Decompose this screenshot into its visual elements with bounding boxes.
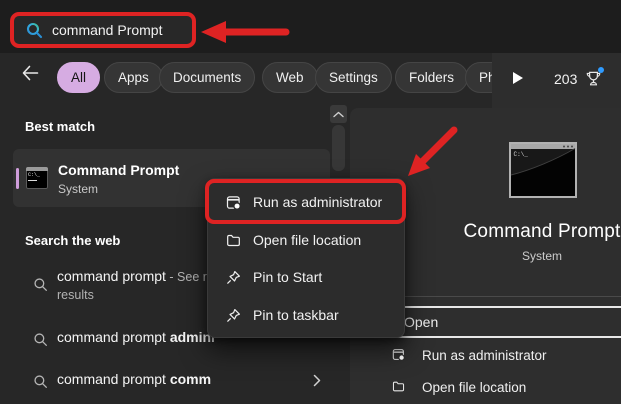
menu-item-label: Pin to taskbar bbox=[253, 307, 339, 323]
suggestion-completion: comm bbox=[170, 371, 211, 387]
search-icon bbox=[26, 22, 43, 39]
rewards-count: 203 bbox=[554, 71, 577, 87]
run-as-admin-icon bbox=[392, 348, 405, 361]
menu-item-label: Open file location bbox=[253, 232, 361, 248]
web-suggestion-row[interactable]: command prompt comm bbox=[0, 364, 332, 398]
search-web-header: Search the web bbox=[25, 233, 120, 248]
search-input[interactable]: command Prompt bbox=[10, 12, 196, 48]
tab-folders[interactable]: Folders bbox=[395, 62, 468, 93]
menu-item-pin-to-taskbar[interactable]: Pin to taskbar bbox=[208, 296, 404, 334]
highlight-box-run-as-admin bbox=[205, 179, 406, 224]
suggestion-suffix: - See r bbox=[166, 270, 207, 284]
best-match-title: Command Prompt bbox=[58, 162, 179, 178]
tab-web[interactable]: Web bbox=[262, 62, 318, 93]
search-icon bbox=[33, 374, 48, 389]
tab-documents[interactable]: Documents bbox=[159, 62, 255, 93]
tab-all[interactable]: All bbox=[57, 62, 100, 93]
annotation-arrow-search bbox=[198, 19, 290, 45]
scrollbar-up-button[interactable] bbox=[330, 105, 347, 123]
pin-icon bbox=[226, 270, 241, 285]
search-icon bbox=[33, 277, 48, 292]
command-prompt-icon: C:\_ bbox=[26, 167, 48, 189]
best-match-subtitle: System bbox=[58, 182, 98, 196]
action-open[interactable]: Open bbox=[404, 314, 438, 330]
suggestion-text: command prompt bbox=[57, 371, 170, 387]
rewards-badge[interactable]: 203 bbox=[554, 69, 603, 88]
preview-subtitle: System bbox=[410, 249, 621, 263]
menu-item-open-file-location[interactable]: Open file location bbox=[208, 221, 404, 259]
annotation-arrow-menu bbox=[402, 120, 462, 184]
search-icon bbox=[33, 332, 48, 347]
chevron-up-icon bbox=[333, 111, 344, 118]
folder-icon bbox=[226, 233, 241, 248]
suggestion-line2: results bbox=[57, 288, 94, 302]
panel-divider bbox=[368, 296, 621, 297]
pin-icon bbox=[226, 308, 241, 323]
tab-apps[interactable]: Apps bbox=[104, 62, 163, 93]
search-query-text: command Prompt bbox=[52, 22, 162, 38]
svg-text:C:\_: C:\_ bbox=[514, 151, 529, 158]
preview-title: Command Prompt bbox=[410, 221, 621, 243]
selection-accent-bar bbox=[16, 168, 19, 189]
menu-item-label: Pin to Start bbox=[253, 269, 322, 285]
more-filters-icon[interactable] bbox=[512, 71, 524, 85]
command-prompt-icon-large: C:\_ bbox=[509, 142, 577, 198]
chevron-right-icon[interactable] bbox=[313, 374, 321, 387]
folder-icon bbox=[392, 380, 405, 393]
action-open-file-location[interactable]: Open file location bbox=[422, 380, 526, 395]
scrollbar-thumb[interactable] bbox=[332, 125, 345, 171]
suggestion-text: command prompt bbox=[57, 329, 170, 345]
menu-item-pin-to-start[interactable]: Pin to Start bbox=[208, 258, 404, 296]
action-run-as-admin[interactable]: Run as administrator bbox=[422, 348, 547, 363]
trophy-icon bbox=[584, 69, 603, 88]
windows-search-window: command Prompt All Apps Documents Web Se… bbox=[0, 0, 621, 404]
suggestion-text: command prompt bbox=[57, 268, 166, 284]
tab-settings[interactable]: Settings bbox=[315, 62, 392, 93]
best-match-header: Best match bbox=[25, 119, 95, 134]
back-button[interactable] bbox=[21, 65, 39, 81]
